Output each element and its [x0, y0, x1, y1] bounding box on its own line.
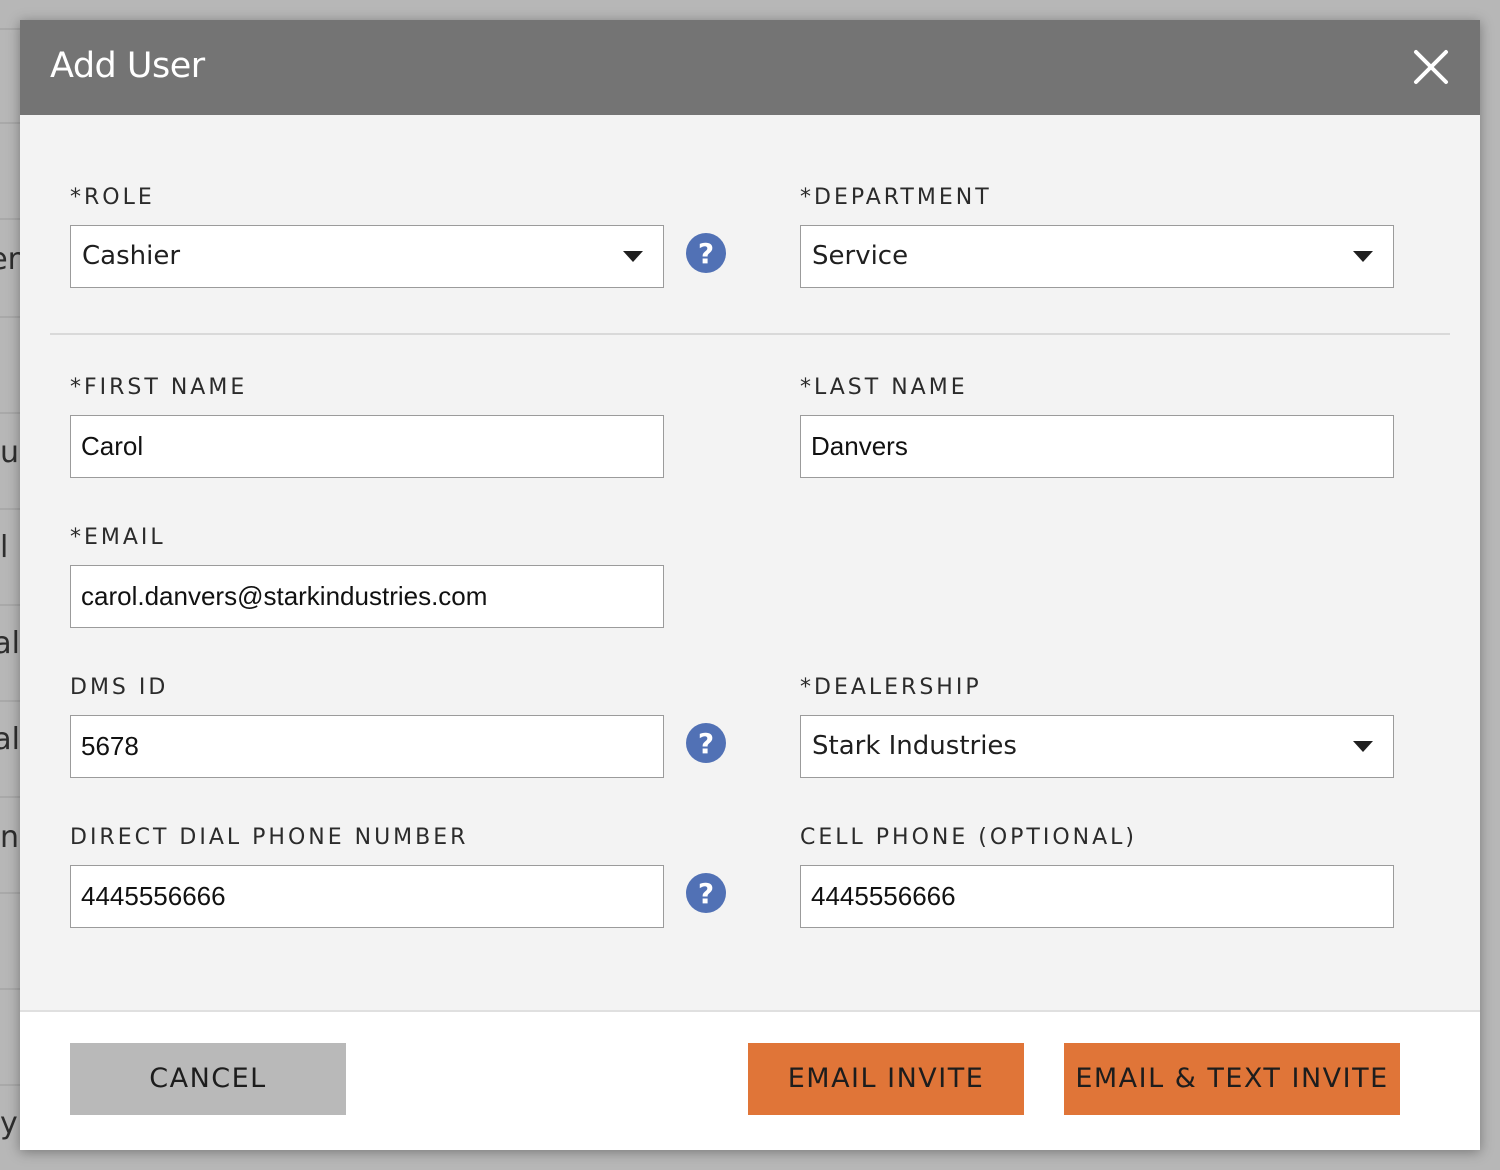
dms-id-field[interactable] [70, 715, 664, 778]
background-row-divider [0, 796, 20, 798]
section-divider [50, 333, 1450, 335]
cell-phone-label: CELL PHONE (OPTIONAL) [800, 825, 1138, 850]
chevron-down-icon [1353, 741, 1373, 752]
role-select-value: Cashier [82, 241, 181, 271]
cell-phone-field[interactable] [800, 865, 1394, 928]
dialog-header: Add User [20, 20, 1480, 115]
background-text-fragment: er [0, 242, 20, 277]
dealership-select-value: Stark Industries [812, 731, 1017, 761]
cell-phone-input[interactable] [801, 866, 1393, 927]
direct-dial-label: DIRECT DIAL PHONE NUMBER [70, 825, 469, 850]
background-row-divider [0, 122, 20, 124]
email-input[interactable] [71, 566, 663, 627]
chevron-down-icon [1353, 251, 1373, 262]
direct-dial-field[interactable] [70, 865, 664, 928]
first-name-field[interactable] [70, 415, 664, 478]
last-name-field[interactable] [800, 415, 1394, 478]
background-row-divider [0, 604, 20, 606]
role-label: *ROLE [70, 185, 155, 210]
background-row-divider [0, 1084, 20, 1086]
first-name-input[interactable] [71, 416, 663, 477]
background-text-fragment: u [0, 435, 20, 470]
background-text-fragment: al [0, 626, 20, 661]
dialog-footer: CANCEL EMAIL INVITE EMAIL & TEXT INVITE [20, 1010, 1480, 1150]
background-text-fragment: n [0, 820, 20, 855]
dealership-select[interactable]: Stark Industries [800, 715, 1394, 778]
background-row-divider [0, 218, 20, 220]
background-row-divider [0, 988, 20, 990]
background-row-divider [0, 412, 20, 414]
dealership-label: *DEALERSHIP [800, 675, 982, 700]
role-help-icon[interactable]: ? [686, 233, 726, 273]
department-select-value: Service [812, 241, 909, 271]
svg-text:?: ? [698, 877, 714, 910]
background-text-fragment: al [0, 722, 20, 757]
background-row-divider [0, 700, 20, 702]
cancel-button[interactable]: CANCEL [70, 1043, 346, 1115]
svg-text:?: ? [698, 237, 714, 270]
close-icon[interactable] [1412, 48, 1450, 86]
dialog-title: Add User [50, 46, 205, 86]
email-field[interactable] [70, 565, 664, 628]
add-user-dialog: Add User *ROLE Cashier ? *DEPARTMENT Ser… [20, 20, 1480, 1150]
direct-dial-help-icon[interactable]: ? [686, 873, 726, 913]
dms-id-help-icon[interactable]: ? [686, 723, 726, 763]
background-text-fragment: y [0, 1106, 18, 1141]
email-label: *EMAIL [70, 525, 166, 550]
svg-text:?: ? [698, 727, 714, 760]
background-text-fragment: l [0, 530, 9, 565]
background-row-divider [0, 28, 20, 30]
first-name-label: *FIRST NAME [70, 375, 248, 400]
department-label: *DEPARTMENT [800, 185, 992, 210]
role-select[interactable]: Cashier [70, 225, 664, 288]
background-row-divider [0, 892, 20, 894]
email-invite-button[interactable]: EMAIL INVITE [748, 1043, 1024, 1115]
background-row-divider [0, 508, 20, 510]
dms-id-label: DMS ID [70, 675, 169, 700]
email-text-invite-button[interactable]: EMAIL & TEXT INVITE [1064, 1043, 1400, 1115]
dms-id-input[interactable] [71, 716, 663, 777]
last-name-label: *LAST NAME [800, 375, 968, 400]
direct-dial-input[interactable] [71, 866, 663, 927]
background-row-divider [0, 316, 20, 318]
last-name-input[interactable] [801, 416, 1393, 477]
department-select[interactable]: Service [800, 225, 1394, 288]
chevron-down-icon [623, 251, 643, 262]
